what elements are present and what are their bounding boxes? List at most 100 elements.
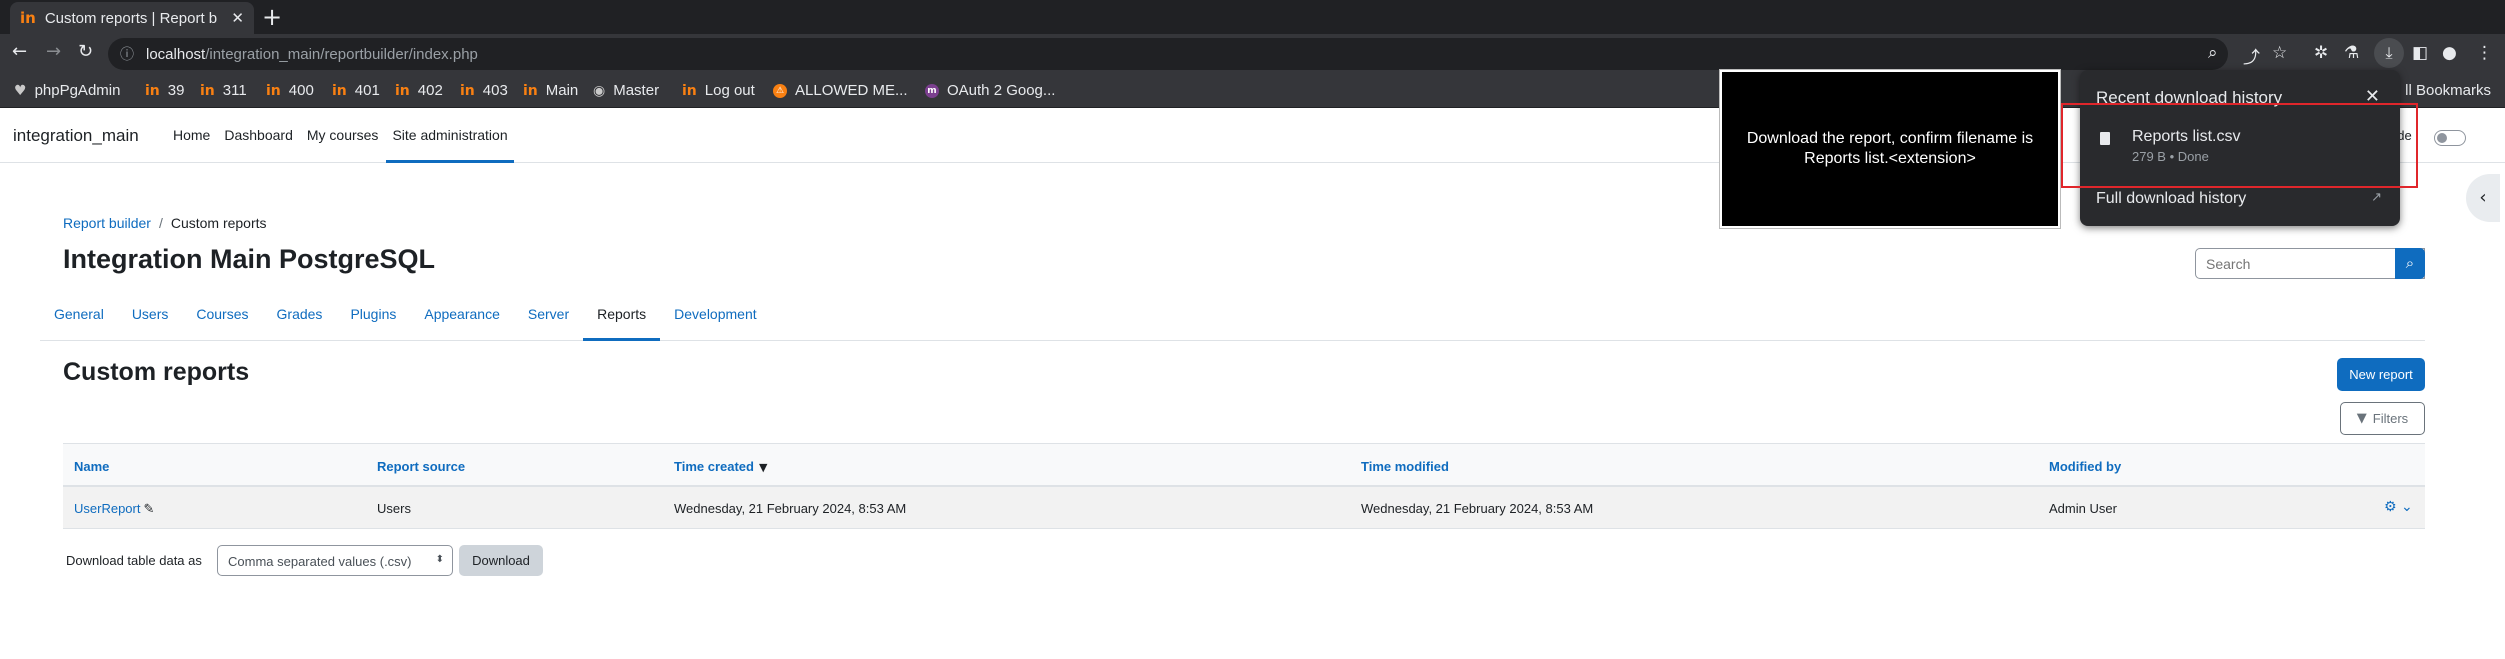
filters-label: Filters: [2372, 411, 2409, 426]
tab-courses[interactable]: Courses: [182, 296, 262, 341]
moodle-icon: in: [145, 82, 160, 99]
globe-icon: ◉: [593, 82, 606, 99]
report-source-cell: Users: [377, 501, 411, 516]
new-tab-button[interactable]: +: [262, 4, 282, 30]
admin-search-input[interactable]: [2195, 248, 2425, 279]
time-modified-cell: Wednesday, 21 February 2024, 8:53 AM: [1361, 501, 1594, 516]
breadcrumb-custom-reports: Custom reports: [170, 215, 267, 231]
side-panel-icon[interactable]: ◧: [2412, 43, 2428, 63]
moodle-icon: in: [200, 82, 215, 99]
site-info-icon[interactable]: ⓘ: [120, 44, 134, 64]
extensions-icon[interactable]: ✲: [2314, 43, 2328, 63]
breadcrumb-report-builder[interactable]: Report builder: [63, 215, 151, 231]
filter-funnel-icon: ▼: [2356, 411, 2367, 426]
external-link-icon: ↗: [2371, 190, 2382, 205]
column-header-modified-by[interactable]: Modified by: [2049, 459, 2121, 474]
tab-development[interactable]: Development: [660, 296, 771, 341]
all-bookmarks-link[interactable]: ll Bookmarks: [2405, 82, 2491, 99]
tab-reports[interactable]: Reports: [583, 296, 661, 341]
address-bar[interactable]: ⓘ localhost /integration_main/reportbuil…: [108, 38, 2228, 70]
highlight-box: [2061, 103, 2418, 188]
menu-kebab-icon[interactable]: ⋮: [2476, 43, 2493, 63]
nav-site-administration[interactable]: Site administration: [386, 108, 514, 163]
download-label: Download table data as: [66, 553, 202, 568]
moodle-icon: in: [523, 82, 538, 99]
nav-dashboard[interactable]: Dashboard: [218, 108, 299, 163]
column-header-time-modified[interactable]: Time modified: [1361, 459, 1449, 474]
moodle-icon: in: [395, 82, 410, 99]
column-header-report-source[interactable]: Report source: [377, 459, 465, 474]
column-header-time-created[interactable]: Time created ▼: [674, 459, 767, 474]
tab-general[interactable]: General: [40, 296, 118, 341]
breadcrumb: Report builder / Custom reports: [63, 215, 267, 231]
bookmark-401[interactable]: in 401: [332, 82, 380, 99]
bookmark-oauth[interactable]: m OAuth 2 Goog...: [925, 82, 1055, 99]
oauth-icon: m: [925, 83, 939, 98]
full-download-history-link[interactable]: Full download history: [2096, 190, 2246, 208]
bookmark-allowed[interactable]: ⚠ ALLOWED ME...: [773, 82, 908, 99]
bookmark-402[interactable]: in 402: [395, 82, 443, 99]
edit-mode-toggle[interactable]: [2434, 130, 2466, 146]
column-header-name[interactable]: Name: [74, 459, 109, 474]
task-instruction-overlay: Download the report, confirm filename is…: [1719, 69, 2061, 229]
primary-navigation: Home Dashboard My courses Site administr…: [167, 108, 516, 163]
close-tab-icon[interactable]: ✕: [231, 9, 244, 27]
modified-by-cell: Admin User: [2049, 501, 2117, 516]
section-title: Custom reports: [63, 358, 250, 386]
breadcrumb-separator: /: [158, 215, 163, 231]
browser-tab[interactable]: in Custom reports | Report b ✕: [10, 2, 254, 34]
search-icon[interactable]: ⌕: [2395, 248, 2425, 279]
bookmark-403[interactable]: in 403: [460, 82, 508, 99]
share-icon[interactable]: ⤴: [2243, 43, 2260, 68]
instruction-text: Download the report, confirm filename is…: [1746, 130, 2034, 167]
bookmark-phppgadmin[interactable]: ♥ phpPgAdmin: [14, 82, 120, 99]
nav-my-courses[interactable]: My courses: [301, 108, 385, 163]
tab-users[interactable]: Users: [118, 296, 183, 341]
bookmark-master[interactable]: ◉ Master: [593, 82, 659, 99]
moodle-icon: in: [266, 82, 281, 99]
reload-icon[interactable]: ↻: [78, 41, 93, 62]
bookmark-logout[interactable]: in Log out: [682, 82, 755, 99]
bookmark-400[interactable]: in 400: [266, 82, 314, 99]
sort-descending-icon: ▼: [758, 461, 768, 474]
tab-grades[interactable]: Grades: [263, 296, 337, 341]
edit-pencil-icon[interactable]: ✎: [143, 502, 154, 517]
browser-tabstrip: in Custom reports | Report b ✕ +: [0, 0, 2505, 34]
profile-icon[interactable]: ●: [2442, 43, 2457, 63]
moodle-icon: in: [682, 82, 697, 99]
reports-table: Name Report source Time created ▼ Time mo…: [63, 443, 2425, 529]
bookmark-main[interactable]: in Main: [523, 82, 578, 99]
page-title: Integration Main PostgreSQL: [63, 244, 436, 274]
moodle-icon: in: [332, 82, 347, 99]
back-icon[interactable]: ←: [12, 41, 27, 62]
actions-gear-icon[interactable]: ⚙ ⌄: [2384, 499, 2413, 515]
browser-toolbar: ← → ↻ ⓘ localhost /integration_main/repo…: [0, 34, 2505, 74]
bookmark-star-icon[interactable]: ☆: [2272, 43, 2287, 63]
heart-icon: ♥: [14, 82, 27, 99]
url-host: localhost: [146, 45, 206, 63]
site-name[interactable]: integration_main: [13, 126, 139, 146]
tab-server[interactable]: Server: [514, 296, 583, 341]
nav-home[interactable]: Home: [167, 108, 216, 163]
table-row: UserReport ✎ Users Wednesday, 21 February…: [63, 487, 2425, 529]
url-path: /integration_main/reportbuilder/index.ph…: [205, 45, 478, 63]
report-name-link[interactable]: UserReport ✎: [74, 501, 154, 517]
bookmark-311[interactable]: in 311: [200, 82, 247, 99]
download-format-select[interactable]: Comma separated values (.csv) ⬍: [217, 545, 453, 576]
tab-appearance[interactable]: Appearance: [410, 296, 514, 341]
new-report-button[interactable]: New report: [2337, 358, 2425, 391]
forward-icon[interactable]: →: [46, 41, 61, 62]
download-format-value: Comma separated values (.csv): [228, 554, 412, 569]
time-created-cell: Wednesday, 21 February 2024, 8:53 AM: [674, 501, 907, 516]
lab-icon[interactable]: ⚗: [2344, 43, 2359, 63]
zoom-search-icon[interactable]: ⌕: [2208, 43, 2218, 63]
downloads-icon[interactable]: ⤓: [2374, 38, 2404, 68]
bookmark-39[interactable]: in 39: [145, 82, 184, 99]
toggle-knob: [2437, 133, 2447, 143]
moodle-icon: in: [460, 82, 475, 99]
select-arrows-icon: ⬍: [435, 554, 444, 565]
download-button[interactable]: Download: [459, 545, 543, 576]
filters-button[interactable]: ▼ Filters: [2340, 402, 2425, 435]
tab-plugins[interactable]: Plugins: [336, 296, 410, 341]
open-drawer-chevron-left-icon[interactable]: ‹: [2466, 174, 2500, 222]
